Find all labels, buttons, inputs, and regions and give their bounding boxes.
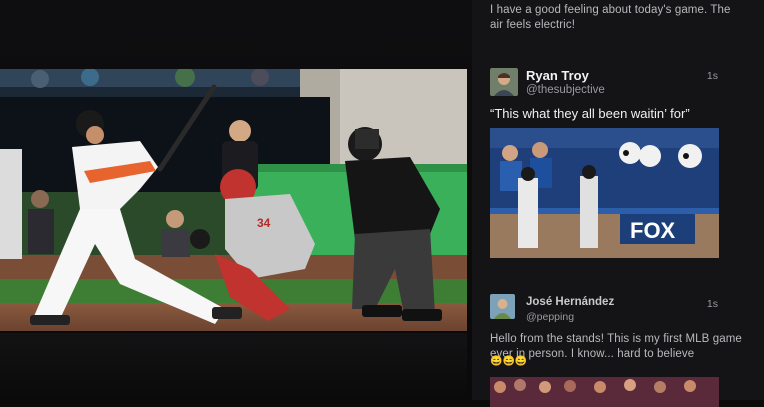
previous-tweet-text: I have a good feeling about today's game… [490, 4, 731, 31]
fox-logo: FOX [630, 218, 676, 243]
tweet-emojis: 😄😄😄 [490, 356, 528, 367]
tweet-timestamp: 1s [706, 298, 718, 310]
tweet-timestamp: 1s [706, 70, 718, 82]
tweet-text: “This what they all been waitin’ for” [490, 106, 690, 121]
tweet-author-name[interactable]: José Hernández [526, 296, 614, 308]
baseball-scene-image: 34 [0, 69, 467, 331]
tweet-author-handle[interactable]: @thesubjective [526, 84, 605, 96]
svg-text:34: 34 [257, 216, 271, 230]
avatar [490, 294, 515, 319]
social-feed[interactable]: I have a good feeling about today's game… [472, 0, 764, 407]
left-panel: 34 [0, 0, 482, 400]
photo-reflection [0, 333, 467, 400]
tweet-text: Hello from the stands! This is my first … [490, 333, 742, 360]
tweet-author-name[interactable]: Ryan Troy [526, 68, 589, 83]
featured-game-photo[interactable]: 34 [0, 69, 467, 331]
tweet-author-handle[interactable]: @pepping [526, 311, 574, 323]
avatar [490, 68, 518, 96]
tweet-photo[interactable] [490, 377, 719, 407]
tweet-photo[interactable]: FOX [490, 128, 719, 258]
